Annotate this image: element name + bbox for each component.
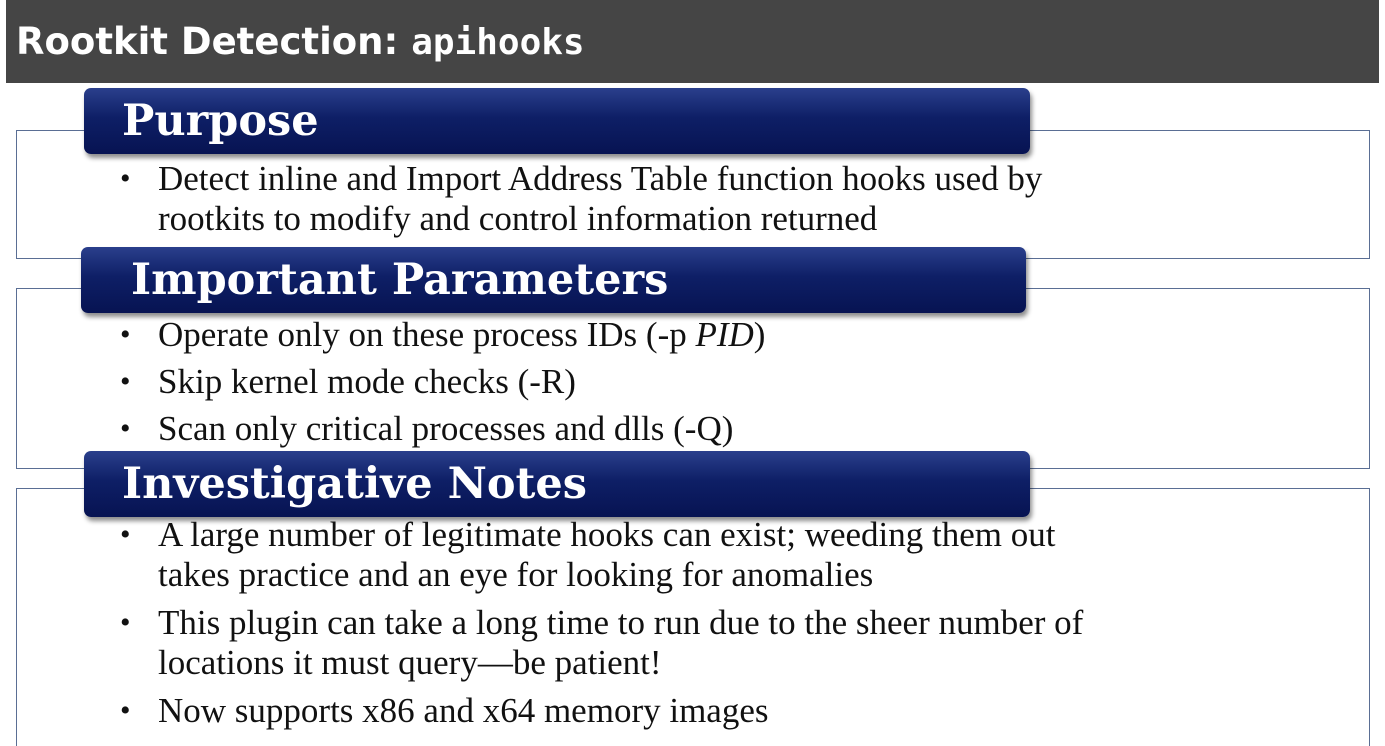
bullet-icon: • [120, 365, 131, 398]
list-item: • This plugin can take a long time to ru… [120, 603, 1083, 683]
parameters-bullets: • Operate only on these process IDs (-p … [120, 315, 765, 449]
list-item: • A large number of legitimate hooks can… [120, 515, 1083, 595]
notes-bullets: • A large number of legitimate hooks can… [120, 515, 1083, 731]
bullet-text: This plugin can take a long time to run … [158, 603, 1084, 642]
list-item: • Scan only critical processes and dlls … [120, 409, 765, 449]
notes-heading: Investigative Notes [122, 459, 587, 509]
purpose-bullets: • Detect inline and Import Address Table… [120, 159, 1042, 239]
list-item: • Skip kernel mode checks (-R) [120, 362, 765, 402]
bullet-text: Scan only critical processes and dlls (-… [158, 409, 734, 448]
bullet-icon: • [120, 412, 131, 445]
title-command: apihooks [411, 22, 585, 63]
bullet-text: rootkits to modify and control informati… [158, 199, 878, 238]
bullet-text-italic: PID [695, 315, 754, 354]
purpose-heading: Purpose [122, 96, 319, 146]
title-bar: Rootkit Detection: apihooks [6, 0, 1379, 83]
bullet-text: Detect inline and Import Address Table f… [158, 159, 1043, 198]
bullet-text: takes practice and an eye for looking fo… [158, 555, 874, 594]
purpose-header: Purpose [84, 88, 1030, 154]
list-item: • Now supports x86 and x64 memory images [120, 691, 1083, 731]
bullet-icon: • [120, 318, 131, 351]
bullet-text: locations it must query—be patient! [158, 643, 662, 682]
notes-header: Investigative Notes [84, 451, 1030, 517]
list-item: • Operate only on these process IDs (-p … [120, 315, 765, 355]
parameters-heading: Important Parameters [131, 255, 669, 305]
slide-title: Rootkit Detection: apihooks [16, 20, 585, 63]
parameters-header: Important Parameters [81, 247, 1026, 313]
bullet-icon: • [120, 694, 131, 727]
bullet-text: Operate only on these process IDs (-p [158, 315, 696, 354]
bullet-text: Skip kernel mode checks (-R) [158, 362, 576, 401]
bullet-icon: • [120, 518, 131, 551]
list-item: • Detect inline and Import Address Table… [120, 159, 1042, 239]
bullet-text: Now supports x86 and x64 memory images [158, 691, 769, 730]
bullet-icon: • [120, 162, 131, 195]
bullet-text-suffix: ) [753, 315, 766, 354]
bullet-text: A large number of legitimate hooks can e… [158, 515, 1056, 554]
bullet-icon: • [120, 606, 131, 639]
slide: Rootkit Detection: apihooks Purpose • De… [0, 0, 1385, 746]
title-prefix: Rootkit Detection: [16, 20, 412, 63]
